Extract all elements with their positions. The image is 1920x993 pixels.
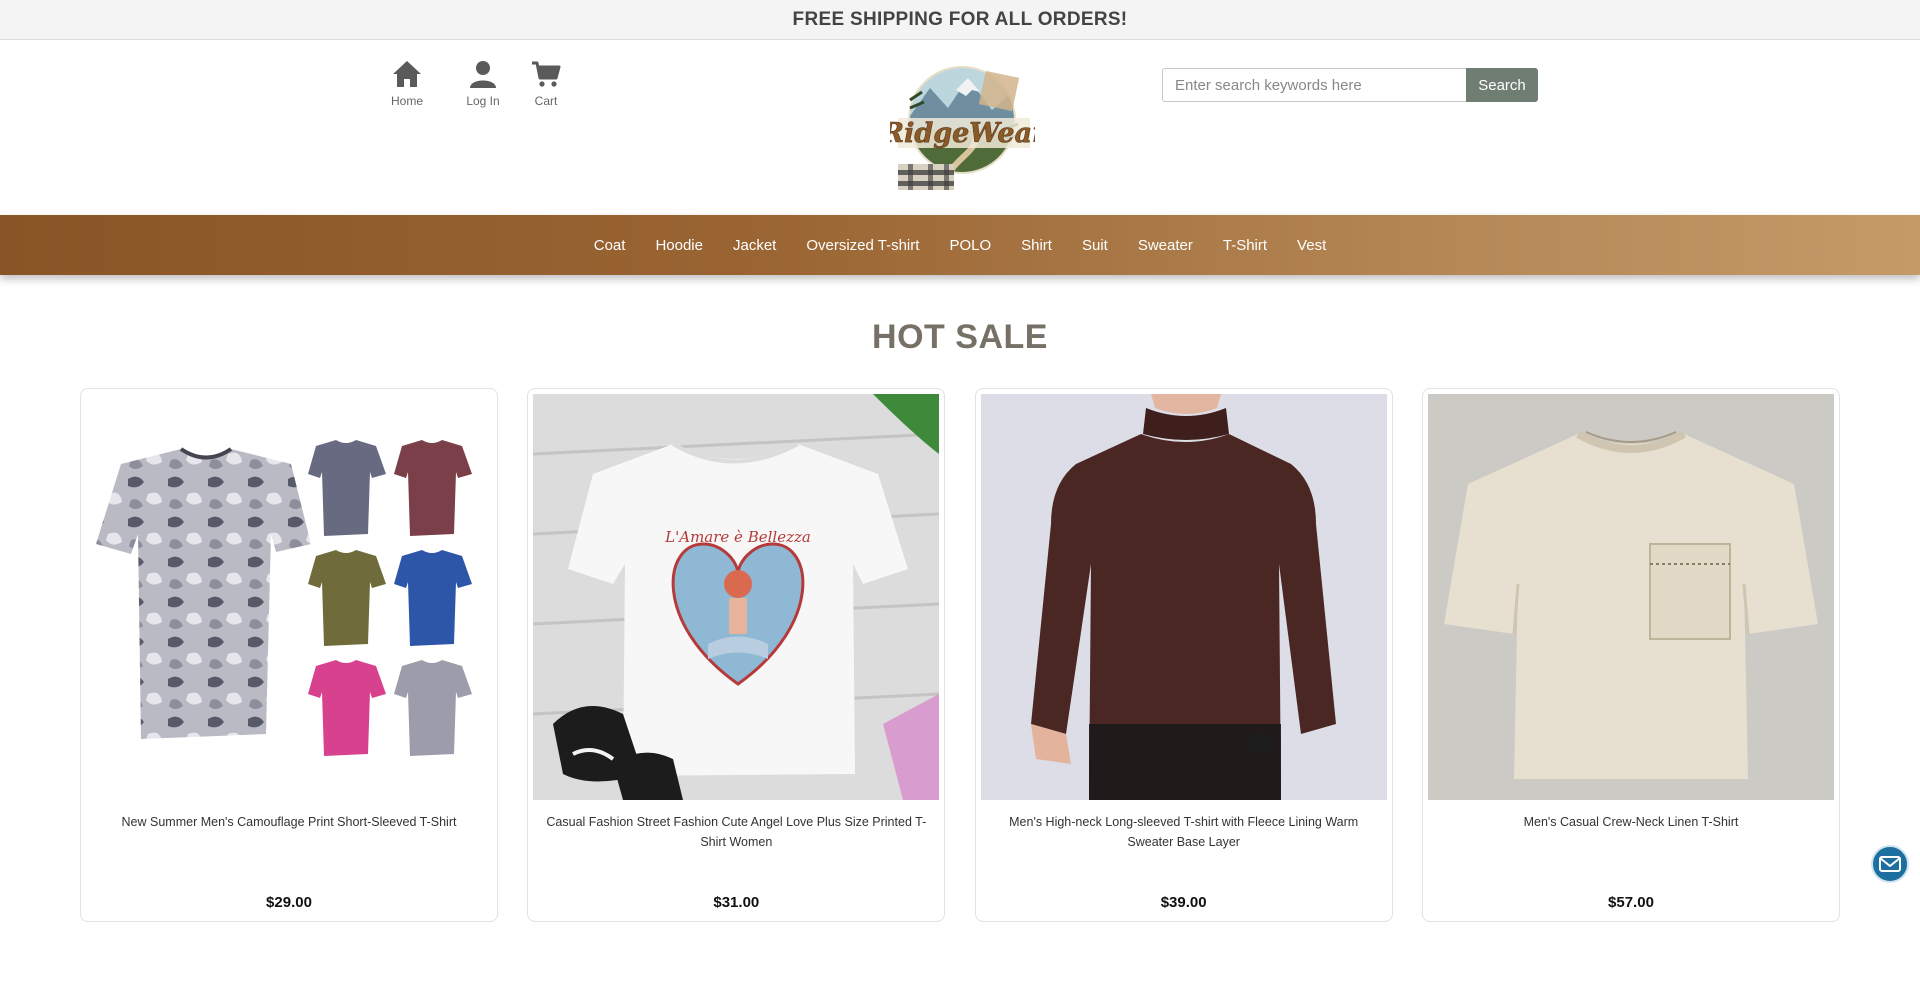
product-name[interactable]: Men's High-neck Long-sleeved T-shirt wit… [981,812,1387,872]
site-logo[interactable]: RidgeWear [880,60,1048,195]
product-price: $29.00 [266,894,312,911]
nav-item-jacket[interactable]: Jacket [718,237,791,254]
search-bar: Search [1162,68,1538,102]
contact-mail-button[interactable] [1871,845,1909,883]
category-nav: Coat Hoodie Jacket Oversized T-shirt POL… [0,215,1920,275]
cart-link[interactable]: Cart [526,58,566,108]
product-grid: New Summer Men's Camouflage Print Short-… [80,388,1840,922]
nav-item-coat[interactable]: Coat [579,237,641,254]
product-card[interactable]: Men's High-neck Long-sleeved T-shirt wit… [974,388,1393,922]
section-title: HOT SALE [872,318,1048,356]
nav-item-oversized-tshirt[interactable]: Oversized T-shirt [791,237,934,254]
nav-item-tshirt[interactable]: T-Shirt [1208,237,1282,254]
nav-item-polo[interactable]: POLO [934,237,1006,254]
home-label: Home [390,94,423,108]
announcement-text: FREE SHIPPING FOR ALL ORDERS! [792,8,1128,30]
home-link[interactable]: Home [380,58,434,108]
svg-text:RidgeWear: RidgeWear [890,118,1035,149]
product-price: $57.00 [1608,894,1654,911]
product-price: $39.00 [1160,894,1207,911]
announcement-bar: FREE SHIPPING FOR ALL ORDERS! [0,0,1920,40]
product-image-camo-tshirt[interactable] [86,394,492,800]
product-card[interactable]: L'Amare è Bellezza Casual Fashion Street… [527,388,946,922]
product-image-angel-heart-tshirt[interactable]: L'Amare è Bellezza [533,394,940,800]
site-header: Home Log In Cart idgeWea Enter search ke… [0,40,1920,215]
shirt-print-text: L'Amare è Bellezza [664,528,811,546]
product-card[interactable]: New Summer Men's Camouflage Print Short-… [80,388,498,922]
nav-item-suit[interactable]: Suit [1067,237,1123,254]
cart-icon [529,58,563,90]
login-link[interactable]: Log In [460,58,506,108]
nav-item-hoodie[interactable]: Hoodie [640,237,718,254]
product-name[interactable]: New Summer Men's Camouflage Print Short-… [118,812,461,872]
product-price: $31.00 [713,894,760,911]
home-icon [390,58,424,90]
search-button[interactable]: Search [1466,68,1538,102]
cart-label: Cart [534,94,558,108]
product-name[interactable]: Men's Casual Crew-Neck Linen T-Shirt [1520,812,1743,872]
product-image-brown-turtleneck[interactable] [980,394,1387,800]
user-icon [466,58,500,90]
nav-item-shirt[interactable]: Shirt [1006,237,1067,254]
login-label: Log In [466,94,500,108]
search-input[interactable] [1162,68,1466,102]
product-name[interactable]: Casual Fashion Street Fashion Cute Angel… [533,812,939,872]
nav-item-sweater[interactable]: Sweater [1123,237,1208,254]
product-image-linen-tshirt[interactable] [1427,394,1834,800]
nav-item-vest[interactable]: Vest [1282,237,1341,254]
mail-icon [1879,856,1901,872]
quicklinks: Home Log In Cart [380,58,592,108]
product-card[interactable]: Men's Casual Crew-Neck Linen T-Shirt $57… [1421,388,1840,922]
